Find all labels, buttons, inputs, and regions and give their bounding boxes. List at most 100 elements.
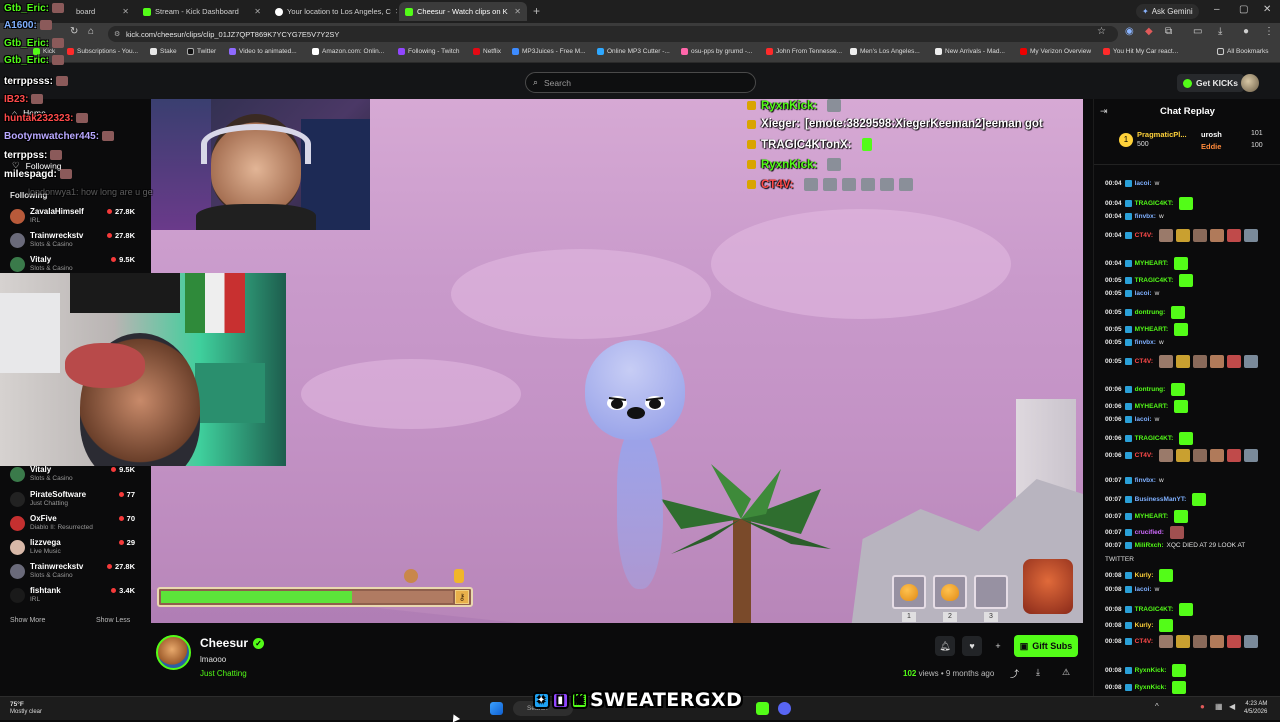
tab-stream-dashboard[interactable]: Stream - Kick Dashboard ✕ bbox=[137, 2, 267, 21]
bookmark-item[interactable]: Subscriptions - You... bbox=[67, 48, 138, 55]
bookmark-item[interactable]: MP3Juices - Free M... bbox=[512, 48, 586, 55]
bookmark-item[interactable]: My Verizon Overview bbox=[1020, 48, 1091, 55]
gift-subs-button[interactable]: ▣ Gift Subs bbox=[1014, 635, 1078, 657]
download-icon[interactable]: ⤓ bbox=[1218, 26, 1222, 37]
chat-username[interactable]: TRAGIC4KT: bbox=[1135, 435, 1174, 442]
mic-icon[interactable]: ● bbox=[1200, 702, 1205, 711]
show-less-button[interactable]: Show Less bbox=[96, 617, 130, 624]
ask-gemini-button[interactable]: ✦ Ask Gemini bbox=[1136, 4, 1199, 19]
bookmark-item[interactable]: Men's Los Angeles... bbox=[850, 48, 920, 55]
streamer-avatar[interactable] bbox=[156, 635, 191, 670]
chat-username[interactable]: finvbx: bbox=[1135, 339, 1156, 346]
site-info-icon[interactable]: ⚙ bbox=[114, 30, 120, 38]
chat-username[interactable]: TRAGIC4KT: bbox=[1135, 200, 1174, 207]
system-clock[interactable]: 4:23 AM 4/5/2026 bbox=[1244, 700, 1267, 716]
chat-username[interactable]: MYHEART: bbox=[1135, 513, 1169, 520]
inventory-slot-1[interactable] bbox=[892, 575, 926, 609]
bookmark-item[interactable]: Video to animated... bbox=[229, 48, 297, 55]
chat-username[interactable]: CT4V: bbox=[1135, 232, 1153, 239]
chat-username[interactable]: CT4V: bbox=[1135, 638, 1153, 645]
chat-username[interactable]: RyxnKick: bbox=[1135, 684, 1167, 691]
chat-username[interactable]: lacoi: bbox=[1135, 416, 1152, 423]
volume-icon[interactable]: ◀ bbox=[1229, 702, 1235, 711]
bookmark-item[interactable]: Twitter bbox=[187, 48, 216, 55]
close-icon[interactable]: ✕ bbox=[514, 7, 521, 16]
inventory-slot-3[interactable] bbox=[974, 575, 1008, 609]
tab-cheesur-clips[interactable]: Cheesur - Watch clips on K ✕ bbox=[399, 2, 527, 21]
bookmark-item[interactable]: Following - Twitch bbox=[398, 48, 460, 55]
chat-username[interactable]: Kurly: bbox=[1135, 622, 1154, 629]
chat-username[interactable]: lacoi: bbox=[1135, 586, 1152, 593]
bookmark-item[interactable]: Online MP3 Cutter -... bbox=[597, 48, 670, 55]
kick-app-icon[interactable] bbox=[756, 702, 769, 715]
bookmark-star-icon[interactable]: ☆ bbox=[1097, 26, 1106, 37]
chat-username[interactable]: lacoi: bbox=[1135, 290, 1152, 297]
chat-username[interactable]: CT4V: bbox=[1135, 452, 1153, 459]
chat-username[interactable]: RyxnKick: bbox=[1135, 667, 1167, 674]
network-icon[interactable]: ▦ bbox=[1215, 702, 1223, 711]
all-bookmarks-button[interactable]: All Bookmarks bbox=[1217, 48, 1269, 55]
close-icon[interactable]: ✕ bbox=[254, 7, 261, 16]
chat-username[interactable]: MYHEART: bbox=[1135, 326, 1169, 333]
sidebar-channel-item[interactable]: ZavalaHimself IRL 27.8K bbox=[10, 206, 135, 228]
extension-icon[interactable]: ◉ bbox=[1125, 26, 1134, 37]
report-icon[interactable]: ⚠ bbox=[1062, 667, 1070, 678]
new-tab-button[interactable]: + bbox=[533, 4, 540, 18]
reload-icon[interactable]: ↻ bbox=[70, 26, 78, 37]
url-input[interactable]: ⚙ kick.com/cheesur/clips/clip_01JZ7QPT86… bbox=[108, 26, 1118, 42]
bookmark-item[interactable]: Amazon.com: Onlin... bbox=[312, 48, 384, 55]
chat-username[interactable]: BusinessManYT: bbox=[1135, 496, 1187, 503]
windows-start-icon[interactable] bbox=[490, 702, 503, 715]
sidebar-icon[interactable]: ▭ bbox=[1193, 26, 1202, 37]
notification-bell-button[interactable]: 🔔︎ bbox=[935, 636, 955, 656]
chat-username[interactable]: crucified: bbox=[1135, 529, 1164, 536]
bookmark-item[interactable]: Kick bbox=[33, 48, 55, 55]
chat-username[interactable]: TRAGIC4KT: bbox=[1135, 277, 1174, 284]
bookmark-item[interactable]: osu-pps by grumd -... bbox=[681, 48, 752, 55]
bookmark-item[interactable]: New Arrivals - Mad... bbox=[935, 48, 1005, 55]
chat-username[interactable]: Kurly: bbox=[1135, 572, 1154, 579]
inventory-slot-2[interactable] bbox=[933, 575, 967, 609]
discord-icon[interactable] bbox=[778, 702, 791, 715]
bookmark-item[interactable]: You Hit My Car react... bbox=[1103, 48, 1178, 55]
extension-icon[interactable]: ◆ bbox=[1145, 26, 1153, 37]
close-icon[interactable]: ✕ bbox=[395, 7, 397, 16]
extensions-puzzle-icon[interactable]: ⧉ bbox=[1165, 26, 1172, 37]
tray-chevron-icon[interactable]: ^ bbox=[1155, 702, 1159, 711]
chat-username[interactable]: MYHEART: bbox=[1135, 260, 1169, 267]
close-window-button[interactable]: ✕ bbox=[1263, 4, 1271, 15]
chat-username[interactable]: dontrung: bbox=[1135, 386, 1166, 393]
chat-username[interactable]: CT4V: bbox=[1135, 358, 1153, 365]
share-icon[interactable]: ⤴ bbox=[1010, 667, 1019, 680]
chat-username[interactable]: finvbx: bbox=[1135, 477, 1156, 484]
tab-dashboard[interactable]: board ✕ bbox=[70, 2, 135, 21]
menu-icon[interactable]: ⋮ bbox=[1264, 26, 1274, 37]
chat-username[interactable]: finvbx: bbox=[1135, 213, 1156, 220]
home-icon[interactable]: ⌂ bbox=[88, 26, 94, 37]
download-icon[interactable]: ⤓ bbox=[1036, 667, 1040, 678]
clip-category-link[interactable]: Just Chatting bbox=[200, 669, 247, 678]
chat-username[interactable]: MiliRxch: bbox=[1135, 542, 1164, 549]
profile-icon[interactable]: ● bbox=[1243, 26, 1249, 37]
sidebar-channel-item[interactable]: lizzvega Live Music 29 bbox=[10, 537, 135, 559]
streamer-name-row[interactable]: Cheesur ✓ bbox=[200, 636, 265, 650]
sidebar-channel-item[interactable]: OxFive Diablo II: Resurrected 70 bbox=[10, 513, 135, 535]
bookmark-item[interactable]: Netflix bbox=[473, 48, 501, 55]
chat-username[interactable]: MYHEART: bbox=[1135, 403, 1169, 410]
more-button[interactable]: + bbox=[988, 636, 1008, 656]
search-input[interactable]: ⌕ Search bbox=[525, 72, 756, 93]
bookmark-item[interactable]: Stake bbox=[150, 48, 177, 55]
tab-maps[interactable]: Your location to Los Angeles, C ✕ bbox=[269, 2, 397, 21]
maximize-button[interactable]: ▢ bbox=[1239, 4, 1248, 15]
minimize-button[interactable]: – bbox=[1214, 4, 1220, 15]
sidebar-channel-item[interactable]: fishtank IRL 3.4K bbox=[10, 585, 135, 607]
sidebar-channel-item[interactable]: PirateSoftware Just Chatting 77 bbox=[10, 489, 135, 511]
get-kicks-button[interactable]: Get KICKs bbox=[1177, 74, 1245, 92]
follow-heart-button[interactable]: ♥ bbox=[962, 636, 982, 656]
show-more-button[interactable]: Show More bbox=[10, 617, 45, 624]
chat-username[interactable]: lacoi: bbox=[1135, 180, 1152, 187]
sidebar-channel-item[interactable]: Vitaly Slots & Casino 9.5K bbox=[10, 464, 135, 486]
chat-username[interactable]: TRAGIC4KT: bbox=[1135, 606, 1174, 613]
chat-username[interactable]: dontrung: bbox=[1135, 309, 1166, 316]
sidebar-channel-item[interactable]: Trainwreckstv Slots & Casino 27.8K bbox=[10, 561, 135, 583]
